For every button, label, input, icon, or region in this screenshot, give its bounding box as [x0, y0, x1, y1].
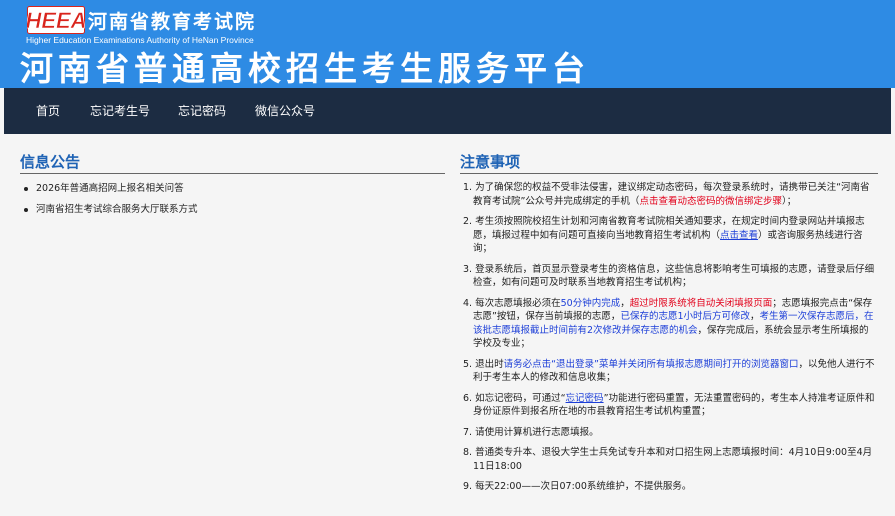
notice-highlight-red[interactable]: 超过时限系统将自动关闭填报页面: [630, 298, 773, 309]
notice-text: 每天22:00——次日07:00系统维护，不提供服务。: [475, 481, 692, 492]
notice-highlight-blue: 已保存的志愿1小时后方可修改: [620, 311, 750, 322]
notice-text: ，: [620, 297, 630, 309]
logo-text: HEEA: [27, 8, 85, 33]
notice-item: 2. 考生须按照院校招生计划和河南省教育考试院相关通知要求，在规定时间内登录网站…: [460, 215, 878, 256]
notice-number: 4.: [463, 297, 473, 309]
announcement-link[interactable]: 2026年普通高招网上报名相关问答: [36, 183, 184, 194]
notice-item: 5. 退出时请务必点击“退出登录”菜单并关闭所有填报志愿期间打开的浏览器窗口，以…: [460, 358, 878, 385]
notice-number: 8.: [463, 447, 473, 458]
nav-item-forgot-password[interactable]: 忘记密码: [178, 88, 226, 134]
notice-text: ，: [749, 311, 760, 322]
notice-item: 4. 每次志愿填报必须在50分钟内完成，超过时限系统将自动关闭填报页面；志愿填报…: [460, 297, 878, 351]
announcements-divider: [20, 173, 445, 174]
nav-item-wechat[interactable]: 微信公众号: [255, 88, 315, 134]
announcements-panel: 信息公告 2026年普通高招网上报名相关问答 河南省招生考试综合服务大厅联系方式: [20, 152, 445, 224]
notice-text: 如忘记密码，可通过“: [475, 392, 566, 404]
notice-number: 1.: [463, 182, 473, 193]
heea-logo-icon: HEEA: [27, 6, 85, 34]
announcement-item: 2026年普通高招网上报名相关问答: [20, 182, 445, 196]
notice-number: 5.: [463, 358, 473, 370]
nav-item-forgot-exam-number[interactable]: 忘记考生号: [90, 88, 150, 134]
notice-text: ）；: [781, 195, 797, 207]
notices-panel: 注意事项 1. 为了确保您的权益不受非法侵害，建议绑定动态密码，每次登录系统时，…: [460, 152, 878, 501]
announcements-title: 信息公告: [20, 153, 81, 171]
notice-item: 9. 每天22:00——次日07:00系统维护，不提供服务。: [460, 480, 878, 494]
org-name-cn: 河南省教育考试院: [88, 11, 257, 33]
notice-text: 请使用计算机进行志愿填报。: [475, 426, 599, 438]
notices-list: 1. 为了确保您的权益不受非法侵害，建议绑定动态密码，每次登录系统时，请携带已关…: [460, 181, 878, 494]
notice-item: 3. 登录系统后，首页显示登录考生的资格信息，这些信息将影响考生可填报的志愿，请…: [460, 263, 878, 290]
notice-text: 退出时: [475, 358, 504, 370]
announcement-link[interactable]: 河南省招生考试综合服务大厅联系方式: [36, 204, 198, 215]
notice-item: 1. 为了确保您的权益不受非法侵害，建议绑定动态密码，每次登录系统时，请携带已关…: [460, 181, 878, 208]
notice-item: 8. 普通类专升本、退役大学生士兵免试专升本和对口招生网上志愿填报时间：4月10…: [460, 446, 878, 473]
notice-item: 6. 如忘记密码，可通过“忘记密码”功能进行密码重置，无法重置密码的，考生本人持…: [460, 392, 878, 419]
notice-number: 3.: [463, 263, 473, 275]
notice-number: 9.: [463, 481, 473, 492]
notice-number: 6.: [463, 392, 473, 404]
announcement-item: 河南省招生考试综合服务大厅联系方式: [20, 203, 445, 217]
notice-text: 普通类专升本、退役大学生士兵免试专升本和对口招生网上志愿填报时间：4月10日9:…: [473, 447, 873, 472]
notice-highlight-red[interactable]: 点击查看动态密码的微信绑定步骤: [639, 196, 782, 207]
main-nav: 首页 忘记考生号 忘记密码 微信公众号: [4, 88, 891, 134]
notice-text: 登录系统后，首页显示登录考生的资格信息，这些信息将影响考生可填报的志愿，请登录后…: [473, 263, 875, 289]
announcements-list: 2026年普通高招网上报名相关问答 河南省招生考试综合服务大厅联系方式: [20, 182, 445, 217]
notice-text: 每次志愿填报必须在: [475, 297, 561, 309]
notices-title: 注意事项: [460, 153, 521, 171]
notice-number: 7.: [463, 426, 473, 438]
nav-item-home[interactable]: 首页: [36, 88, 60, 134]
notice-highlight-blue: 请务必点击“退出登录”菜单并关闭所有填报志愿期间打开的浏览器窗口: [503, 358, 799, 370]
notice-link[interactable]: 忘记密码: [566, 393, 604, 404]
site-title: 河南省普通高校招生考生服务平台: [20, 49, 590, 88]
notice-number: 2.: [463, 216, 473, 227]
notice-item: 7. 请使用计算机进行志愿填报。: [460, 426, 878, 440]
site-banner: HEEA 河南省教育考试院 Higher Education Examinati…: [0, 0, 895, 88]
notice-link[interactable]: 点击查看: [720, 230, 758, 241]
notice-highlight-blue: 50分钟内完成: [560, 297, 621, 309]
notices-divider: [460, 173, 878, 174]
